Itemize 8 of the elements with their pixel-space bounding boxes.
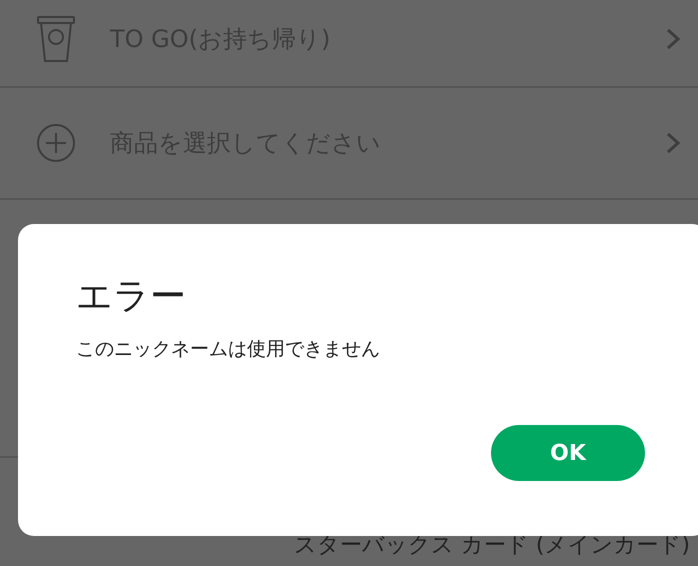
card-label: スターバックス カード (メインカード) — [294, 535, 690, 557]
plus-icon — [36, 123, 76, 163]
chevron-icon — [666, 28, 680, 50]
ok-button[interactable]: OK — [491, 425, 645, 481]
cup-icon — [36, 15, 76, 63]
dialog-title: エラー — [76, 275, 186, 319]
dialog-message: このニックネームは使用できません — [76, 337, 380, 362]
chevron-icon — [666, 132, 680, 154]
